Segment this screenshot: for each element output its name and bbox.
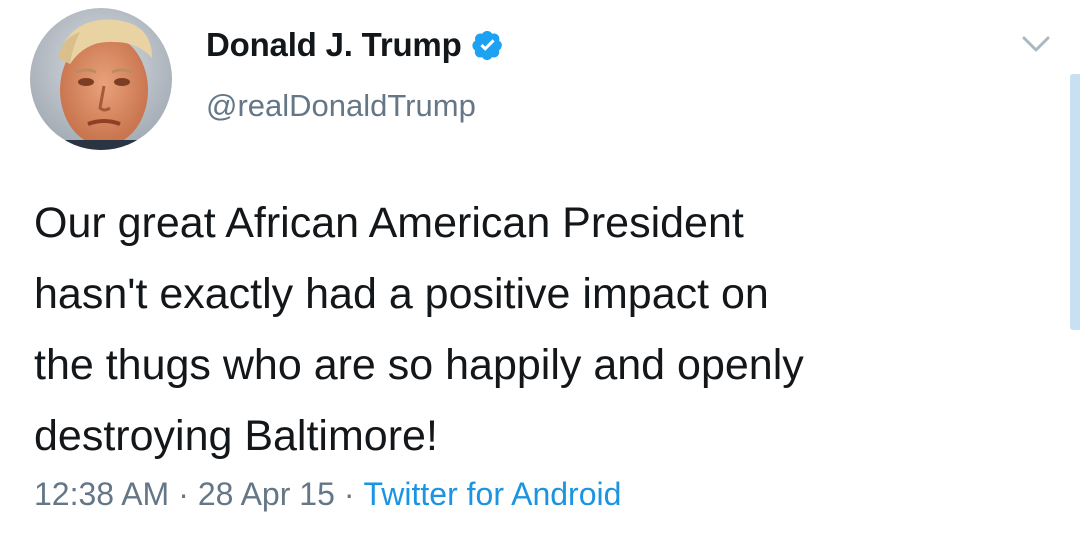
- tweet-card: Donald J. Trump @realDonaldTrump Our gre…: [0, 0, 1080, 548]
- author-name-row: Donald J. Trump: [206, 22, 504, 68]
- tweet-text-line: hasn't exactly had a positive impact on: [34, 270, 769, 318]
- avatar[interactable]: [30, 8, 172, 150]
- tweet-text-line: Our great African American President: [34, 199, 744, 247]
- tweet-text: Our great African American President has…: [34, 188, 1044, 472]
- tweet-source-link[interactable]: Twitter for Android: [364, 476, 622, 513]
- meta-separator: ·: [343, 476, 355, 512]
- tweet-text-line: the thugs who are so happily and openly: [34, 341, 804, 389]
- scrollbar[interactable]: [1070, 74, 1080, 330]
- display-name[interactable]: Donald J. Trump: [206, 26, 462, 64]
- author-handle[interactable]: @realDonaldTrump: [206, 88, 476, 124]
- tweet-text-line: destroying Baltimore!: [34, 412, 438, 460]
- tweet-date[interactable]: 28 Apr 15: [198, 476, 335, 513]
- tweet-time[interactable]: 12:38 AM: [34, 476, 169, 513]
- meta-separator: ·: [178, 476, 189, 512]
- avatar-photo: [30, 8, 172, 150]
- tweet-meta: 12:38 AM · 28 Apr 15 · Twitter for Andro…: [34, 476, 621, 513]
- verified-badge-icon: [471, 29, 504, 61]
- chevron-down-icon[interactable]: [1018, 30, 1054, 58]
